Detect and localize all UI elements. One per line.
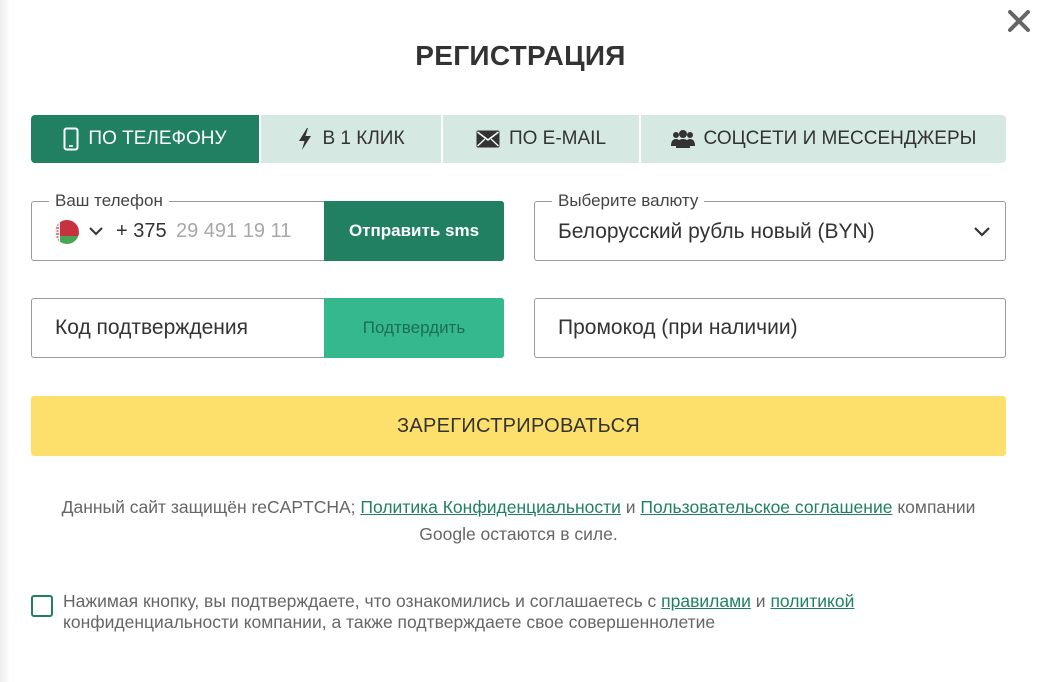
send-sms-button[interactable]: Отправить sms	[324, 201, 504, 261]
rules-link[interactable]: правилами	[661, 591, 751, 611]
tab-label: СОЦСЕТИ И МЕССЕНДЖЕРЫ	[703, 128, 977, 149]
tab-label: ПО ТЕЛЕФОНУ	[88, 128, 227, 149]
confirm-button[interactable]: Подтвердить	[324, 298, 504, 358]
belarus-flag-icon[interactable]	[55, 220, 79, 244]
confirmation-code-field: Подтвердить	[31, 298, 504, 358]
tab-one-click[interactable]: В 1 КЛИК	[259, 115, 441, 163]
phone-country-code: + 375	[116, 220, 167, 242]
tab-email[interactable]: ПО E-MAIL	[441, 115, 639, 163]
registration-tabs: ПО ТЕЛЕФОНУ В 1 КЛИК ПО E-MAIL СОЦСЕТИ И…	[31, 115, 1006, 163]
agreement-text-part: и	[750, 591, 771, 611]
tab-label: ПО E-MAIL	[508, 128, 607, 149]
recaptcha-text: и	[620, 497, 641, 517]
promo-code-input[interactable]	[558, 311, 978, 345]
agreement-text: Нажимая кнопку, вы подтверждаете, что оз…	[63, 591, 963, 633]
chevron-down-icon	[973, 224, 991, 242]
recaptcha-text: Данный сайт защищён reCAPTCHA;	[61, 497, 361, 517]
tab-social[interactable]: СОЦСЕТИ И МЕССЕНДЖЕРЫ	[639, 115, 1006, 163]
close-icon[interactable]	[1004, 6, 1034, 36]
phone-field: Ваш телефон + 375 Отправить sms	[31, 191, 504, 261]
recaptcha-notice: Данный сайт защищён reCAPTCHA; Политика …	[31, 494, 1006, 548]
modal-title: РЕГИСТРАЦИЯ	[415, 40, 626, 71]
chevron-down-icon[interactable]	[88, 224, 104, 242]
currency-select[interactable]: Выберите валюту Белорусский рубль новый …	[534, 191, 1006, 261]
lightning-icon	[297, 127, 313, 151]
promo-code-field	[534, 298, 1006, 358]
phone-input[interactable]	[176, 214, 316, 248]
agreement-checkbox[interactable]	[31, 595, 53, 617]
currency-label: Выберите валюту	[552, 191, 705, 211]
agreement-text-part: конфиденциальности компании, а также под…	[63, 612, 716, 632]
tab-label: В 1 КЛИК	[322, 128, 405, 149]
confirmation-code-input[interactable]	[55, 311, 315, 345]
currency-selected-value: Белорусский рубль новый (BYN)	[558, 220, 875, 243]
policy-link[interactable]: политикой	[770, 591, 854, 611]
terms-link[interactable]: Пользовательское соглашение	[640, 497, 892, 517]
privacy-policy-link[interactable]: Политика Конфиденциальности	[360, 497, 621, 517]
tab-phone[interactable]: ПО ТЕЛЕФОНУ	[31, 115, 259, 163]
users-icon	[670, 129, 695, 149]
envelope-icon	[476, 130, 500, 148]
phone-label: Ваш телефон	[49, 191, 169, 211]
register-button[interactable]: ЗАРЕГИСТРИРОВАТЬСЯ	[31, 396, 1006, 456]
modal-shadow	[0, 0, 10, 682]
phone-icon	[63, 127, 79, 151]
registration-modal: РЕГИСТРАЦИЯ ПО ТЕЛЕФОНУ В 1 КЛИК ПО E-MA…	[0, 0, 1041, 682]
agreement-text-part: Нажимая кнопку, вы подтверждаете, что оз…	[63, 591, 662, 611]
